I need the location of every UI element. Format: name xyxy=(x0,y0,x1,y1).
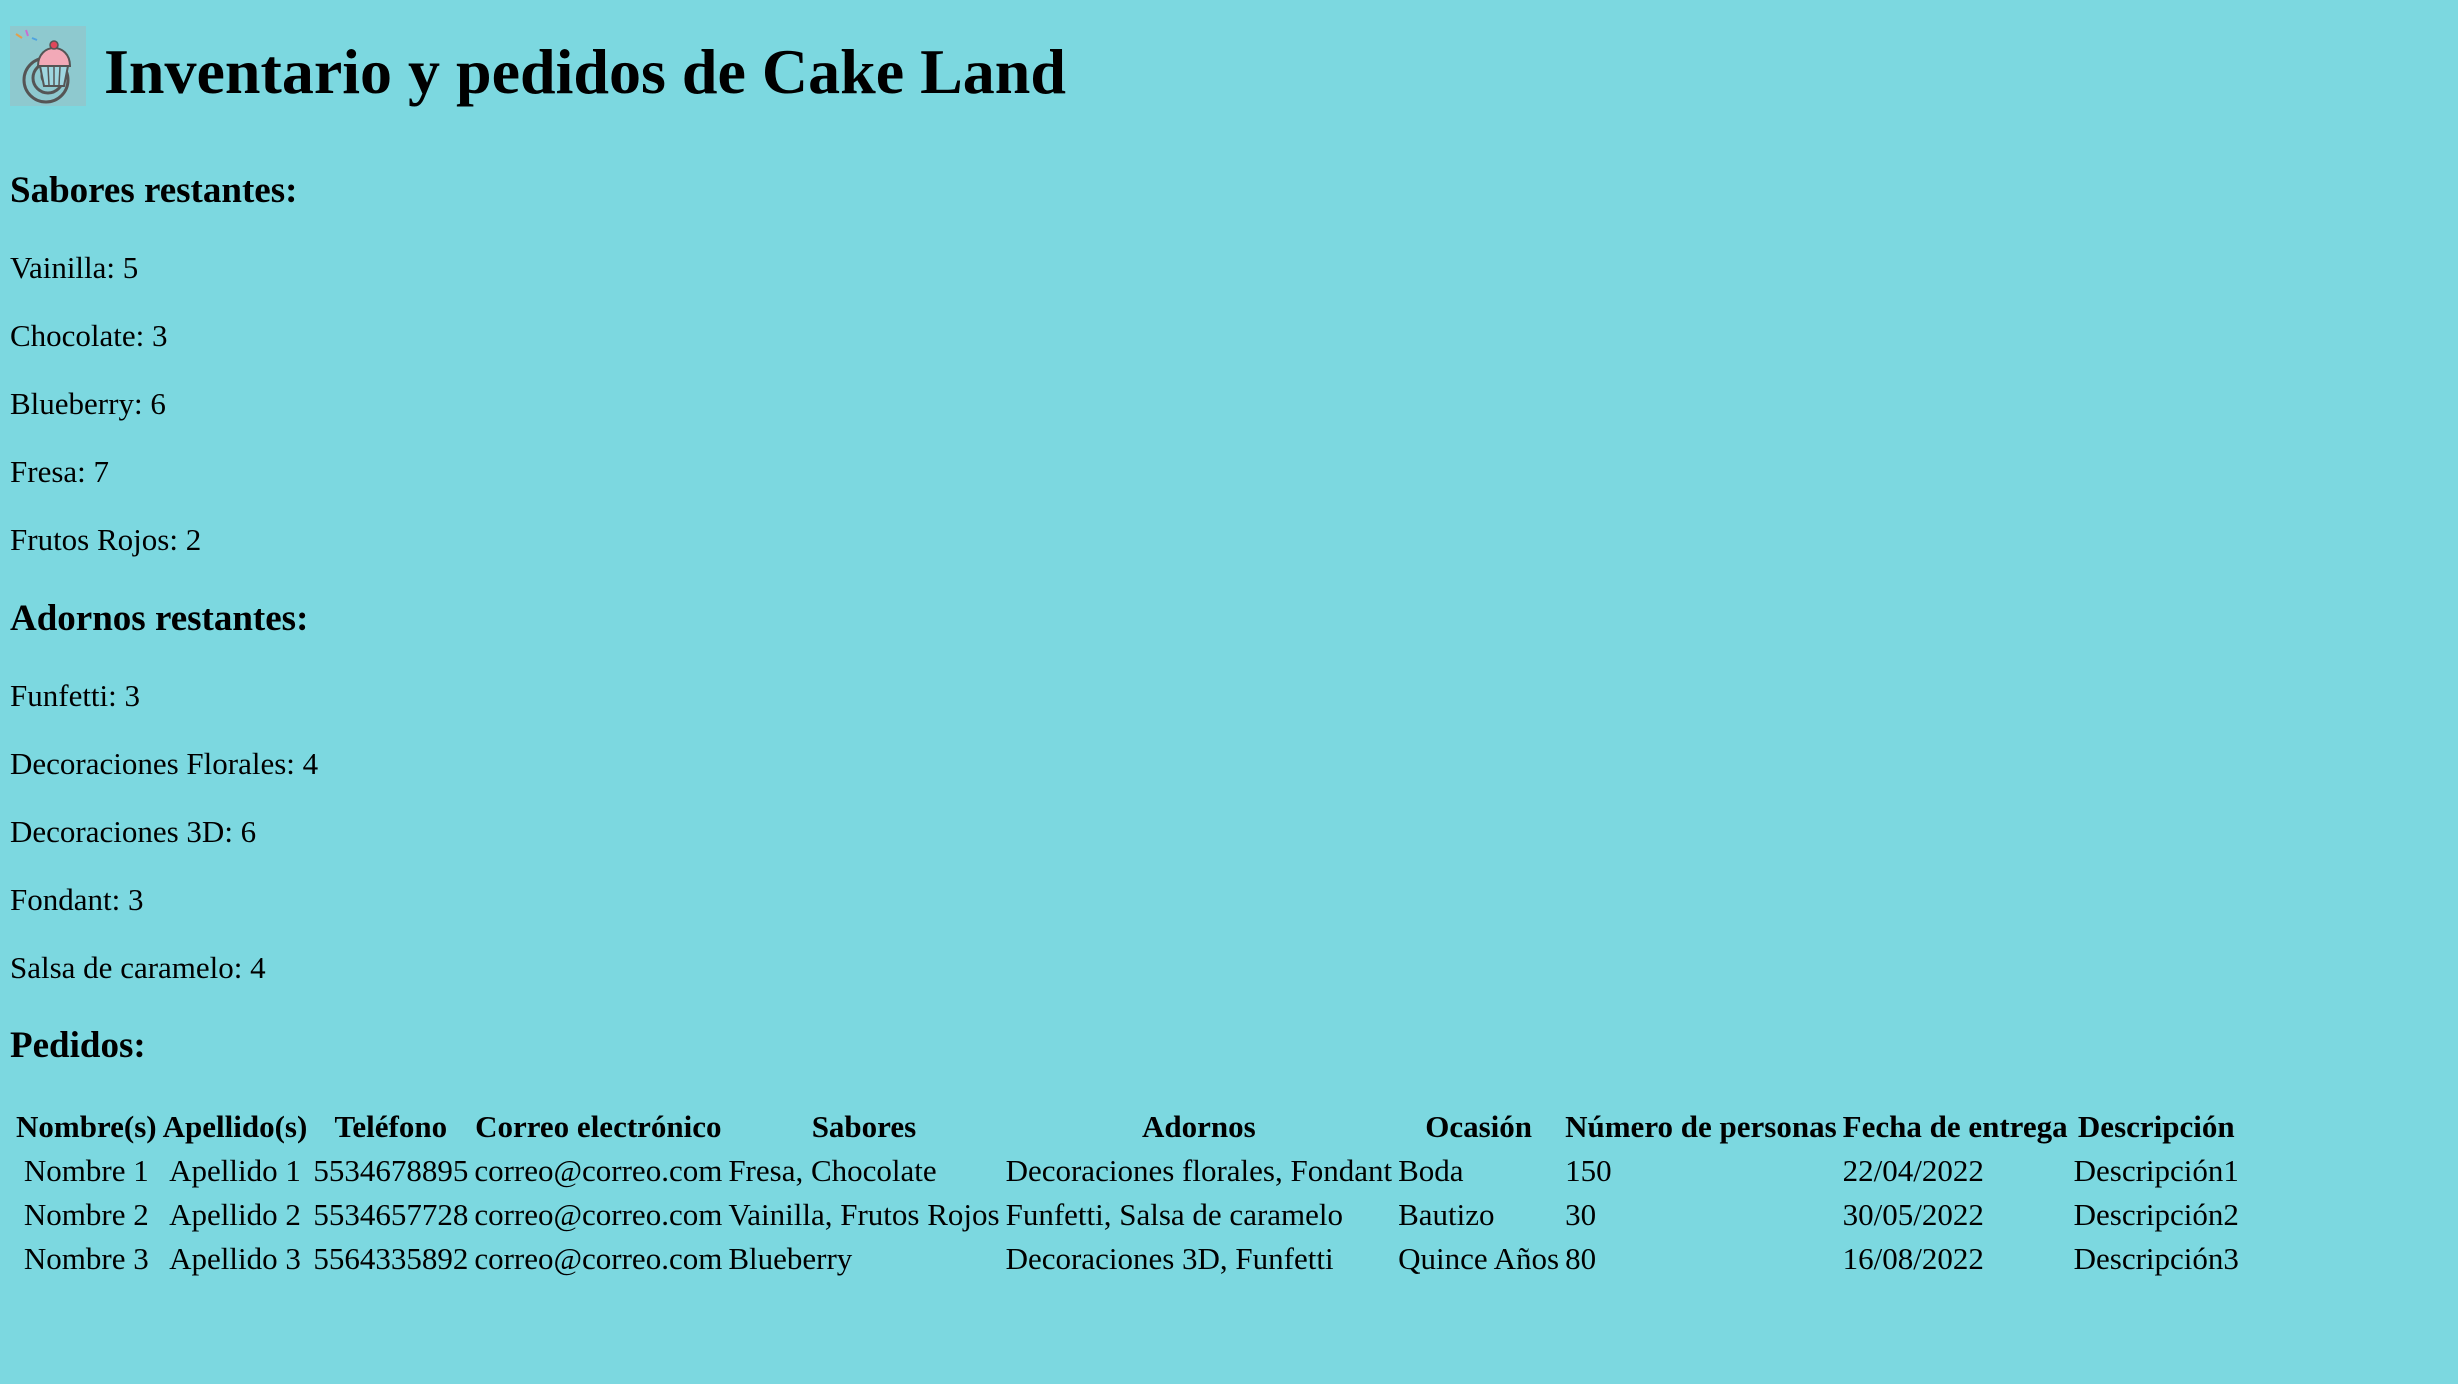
cell-apellido: Apellido 1 xyxy=(169,1153,301,1188)
cell-descripcion: Descripción1 xyxy=(2073,1153,2239,1188)
table-row: Nombre 2 Apellido 2 5534657728 correo@co… xyxy=(16,1193,2239,1237)
cell-numero-personas: 30 xyxy=(1565,1197,1597,1232)
cell-correo: correo@correo.com xyxy=(474,1153,723,1188)
page-title: Inventario y pedidos de Cake Land xyxy=(104,36,1066,107)
column-header-fecha-entrega: Fecha de entrega xyxy=(1842,1109,2068,1144)
decoration-item: Salsa de caramelo: 4 xyxy=(10,950,266,985)
cell-ocasion: Quince Años xyxy=(1398,1241,1560,1276)
cell-descripcion: Descripción2 xyxy=(2073,1197,2239,1232)
flavor-item: Blueberry: 6 xyxy=(10,386,166,421)
decorations-heading: Adornos restantes: xyxy=(10,598,309,639)
flavor-item: Vainilla: 5 xyxy=(10,250,139,285)
cell-telefono: 5564335892 xyxy=(313,1241,469,1276)
table-row: Nombre 3 Apellido 3 5564335892 correo@co… xyxy=(16,1237,2239,1281)
title-row: Inventario y pedidos de Cake Land xyxy=(10,26,1066,106)
cell-telefono: 5534657728 xyxy=(313,1197,469,1232)
orders-table: Nombre(s) Apellido(s) Teléfono Correo el… xyxy=(10,1105,2245,1281)
cell-ocasion: Boda xyxy=(1398,1153,1464,1188)
cell-correo: correo@correo.com xyxy=(474,1241,723,1276)
cell-fecha-entrega: 16/08/2022 xyxy=(1842,1241,1984,1276)
column-header-correo: Correo electrónico xyxy=(475,1109,722,1144)
page: Inventario y pedidos de Cake Land Sabore… xyxy=(0,0,2458,1384)
orders-heading: Pedidos: xyxy=(10,1025,146,1066)
cell-apellido: Apellido 3 xyxy=(169,1241,301,1276)
cell-descripcion: Descripción3 xyxy=(2073,1241,2239,1276)
column-header-numero-personas: Número de personas xyxy=(1565,1109,1837,1144)
cell-nombre: Nombre 3 xyxy=(23,1241,149,1276)
cell-nombre: Nombre 2 xyxy=(23,1197,149,1232)
table-header-row: Nombre(s) Apellido(s) Teléfono Correo el… xyxy=(16,1105,2239,1149)
cupcake-logo-icon xyxy=(10,26,86,106)
column-header-apellido: Apellido(s) xyxy=(162,1109,308,1144)
cell-fecha-entrega: 22/04/2022 xyxy=(1842,1153,1984,1188)
cell-apellido: Apellido 2 xyxy=(169,1197,301,1232)
cell-sabores: Vainilla, Frutos Rojos xyxy=(728,1197,1000,1232)
cell-fecha-entrega: 30/05/2022 xyxy=(1842,1197,1984,1232)
cell-sabores: Blueberry xyxy=(728,1241,853,1276)
column-header-descripcion: Descripción xyxy=(2077,1109,2235,1144)
cell-nombre: Nombre 1 xyxy=(23,1153,149,1188)
cell-numero-personas: 80 xyxy=(1565,1241,1597,1276)
cell-adornos: Decoraciones 3D, Funfetti xyxy=(1005,1241,1334,1276)
column-header-sabores: Sabores xyxy=(811,1109,917,1144)
decoration-item: Decoraciones Florales: 4 xyxy=(10,746,319,781)
cell-adornos: Funfetti, Salsa de caramelo xyxy=(1005,1197,1344,1232)
cell-telefono: 5534678895 xyxy=(313,1153,469,1188)
column-header-telefono: Teléfono xyxy=(334,1109,448,1144)
column-header-nombre: Nombre(s) xyxy=(16,1109,157,1144)
flavor-item: Chocolate: 3 xyxy=(10,318,168,353)
flavor-item: Fresa: 7 xyxy=(10,454,110,489)
table-row: Nombre 1 Apellido 1 5534678895 correo@co… xyxy=(16,1149,2239,1193)
flavor-item: Frutos Rojos: 2 xyxy=(10,522,202,557)
cell-numero-personas: 150 xyxy=(1565,1153,1612,1188)
decoration-item: Funfetti: 3 xyxy=(10,678,141,713)
flavors-heading: Sabores restantes: xyxy=(10,170,298,211)
cell-adornos: Decoraciones florales, Fondant xyxy=(1005,1153,1393,1188)
column-header-ocasion: Ocasión xyxy=(1425,1109,1532,1144)
decoration-item: Decoraciones 3D: 6 xyxy=(10,814,257,849)
cell-sabores: Fresa, Chocolate xyxy=(728,1153,937,1188)
decoration-item: Fondant: 3 xyxy=(10,882,144,917)
column-header-adornos: Adornos xyxy=(1141,1109,1256,1144)
cell-correo: correo@correo.com xyxy=(474,1197,723,1232)
cell-ocasion: Bautizo xyxy=(1398,1197,1495,1232)
